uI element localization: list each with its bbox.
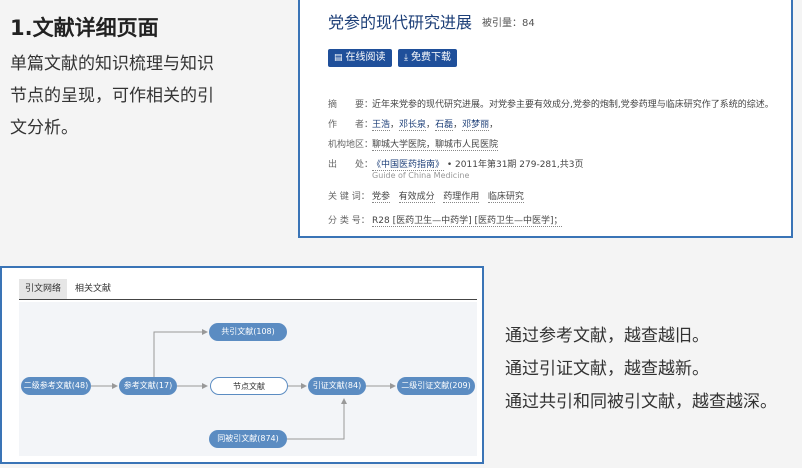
node-level2-citing[interactable]: 二级引证文献(209) <box>397 377 475 395</box>
read-online-label: 在线阅读 <box>345 52 386 63</box>
author-link[interactable]: 邓长泉 <box>399 120 427 131</box>
download-icon: ⤓ <box>404 53 408 63</box>
tagline-line: 通过引证文献，越查越新。 <box>505 359 709 379</box>
source-key: 出 处： <box>328 160 374 170</box>
keyword-link[interactable]: 临床研究 <box>487 192 524 203</box>
intro-line: 节点的呈现，可作相关的引 <box>10 86 214 106</box>
keyword-link[interactable]: 党参 <box>372 192 391 203</box>
intro-line: 文分析。 <box>10 118 78 138</box>
paper-title: 党参的现代研究进展 <box>328 13 473 32</box>
node-current-paper[interactable]: 节点文献 <box>210 377 288 395</box>
org-value[interactable]: 聊城大学医院，聊城市人民医院 <box>372 140 499 151</box>
abstract-key: 摘 要： <box>328 100 374 110</box>
authors-key: 作 者： <box>328 120 374 130</box>
section-title: 1.文献详细页面 <box>10 16 159 40</box>
node-co-cited[interactable]: 共引文献(108) <box>209 323 287 341</box>
intro-text: 单篇文献的知识梳理与知识 节点的呈现，可作相关的引 文分析。 <box>10 48 250 144</box>
tagline-line: 通过参考文献，越查越旧。 <box>505 326 709 346</box>
org-row: 机构地区：聊城大学医院，聊城市人民医院 <box>328 137 499 151</box>
author-link[interactable]: 王浩 <box>372 120 391 131</box>
book-icon: ▤ <box>334 53 343 63</box>
paper-detail-card: 党参的现代研究进展 被引量：84 ▤ 在线阅读 ⤓ 免费下载 摘 要：近年来党参的现… <box>298 0 793 238</box>
author-link[interactable]: 石磊 <box>435 120 454 131</box>
abstract-row: 摘 要：近年来党参的现代研究进展。对党参主要有效成分,党参的炮制,党参药理与临床… <box>328 97 774 110</box>
tab-citation-network[interactable]: 引文网络 <box>19 279 67 299</box>
node-citing[interactable]: 引证文献(84) <box>308 377 366 395</box>
read-online-button[interactable]: ▤ 在线阅读 <box>328 49 392 67</box>
classification-row: 分 类 号： R28 [医药卫生—中药学] [医药卫生—中医学]； <box>328 213 563 227</box>
class-value[interactable]: R28 [医药卫生—中药学] [医药卫生—中医学]； <box>372 216 563 227</box>
source-journal-link[interactable]: 《中国医药指南》 <box>372 160 445 171</box>
class-key: 分 类 号： <box>328 216 370 226</box>
keyword-link[interactable]: 有效成分 <box>398 192 435 203</box>
free-download-label: 免费下载 <box>410 52 451 63</box>
network-graph: 二级参考文献(48) 参考文献(17) 节点文献 引证文献(84) 二级引证文献… <box>19 302 477 456</box>
network-tabs: 引文网络 相关文献 <box>19 279 477 300</box>
source-english: Guide of China Medicine <box>372 171 470 180</box>
keywords-row: 关 键 词： 党参 有效成分 药理作用 临床研究 <box>328 189 524 203</box>
authors-row: 作 者：王浩，邓长泉，石磊，邓梦丽， <box>328 117 498 131</box>
source-detail: • 2011年第31期 279-281,共3页 <box>446 160 584 170</box>
source-row: 出 处：《中国医药指南》 • 2011年第31期 279-281,共3页 <box>328 157 584 171</box>
author-link[interactable]: 邓梦丽 <box>462 120 490 131</box>
keywords-key: 关 键 词： <box>328 192 370 202</box>
tab-related-docs[interactable]: 相关文献 <box>75 279 111 299</box>
tagline-line: 通过共引和同被引文献，越查越深。 <box>505 392 777 412</box>
free-download-button[interactable]: ⤓ 免费下载 <box>398 49 457 67</box>
cited-count: 被引量：84 <box>482 18 535 29</box>
node-level2-references[interactable]: 二级参考文献(48) <box>21 377 91 395</box>
intro-line: 单篇文献的知识梳理与知识 <box>10 54 214 74</box>
citation-network-card: 引文网络 相关文献 二级参考文献(48) 参考文献(17) 节点文献 引证文献(… <box>0 266 484 464</box>
org-key: 机构地区： <box>328 140 374 150</box>
node-references[interactable]: 参考文献(17) <box>119 377 177 395</box>
abstract-value: 近年来党参的现代研究进展。对党参主要有效成分,党参的炮制,党参药理与临床研究作了… <box>372 100 774 110</box>
node-co-citing[interactable]: 同被引文献(874) <box>209 430 287 448</box>
keyword-link[interactable]: 药理作用 <box>443 192 480 203</box>
tagline: 通过参考文献，越查越旧。 通过引证文献，越查越新。 通过共引和同被引文献，越查越… <box>505 320 777 419</box>
